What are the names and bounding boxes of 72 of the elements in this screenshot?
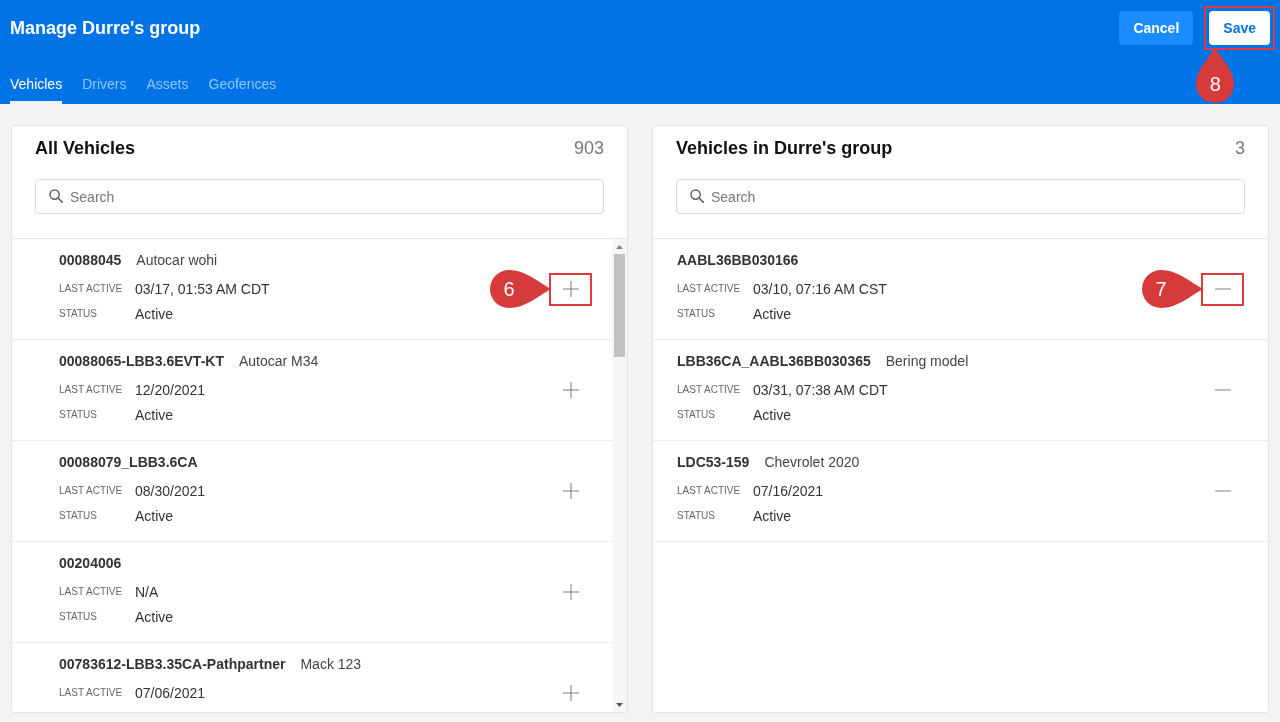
field-label: LAST ACTIVE (59, 282, 124, 296)
tab[interactable]: Vehicles (10, 56, 63, 104)
last-active-value: 03/31, 07:38 AM CDT (753, 381, 888, 400)
vehicle-model: Autocar M34 (238, 353, 319, 369)
cancel-button[interactable]: Cancel (1119, 11, 1194, 45)
panel-title: All Vehicles (35, 137, 136, 160)
tab[interactable]: Geofences (208, 56, 277, 104)
field-label: LAST ACTIVE (677, 484, 742, 498)
search-icon (690, 189, 704, 203)
minus-icon (1214, 490, 1231, 492)
panel-title: Vehicles in Durre's group (676, 137, 893, 160)
vehicle-id: 00088079_LBB3.6CA (59, 454, 198, 470)
vehicle-model: Bering model (885, 353, 969, 369)
field-label: STATUS (59, 610, 98, 624)
minus-icon (1214, 288, 1231, 290)
plus-icon (562, 483, 579, 499)
status-value: Active (753, 406, 792, 425)
last-active-value: 07/16/2021 (753, 482, 824, 501)
status-value: Active (135, 406, 174, 425)
field-label: STATUS (59, 408, 98, 422)
vehicle-id: 00088045 (59, 252, 122, 268)
page-title: Manage Durre's group (10, 17, 201, 40)
status-value: Active (753, 305, 792, 324)
vehicle-model: Chevrolet 2020 (764, 454, 860, 470)
status-value: Active (135, 507, 174, 526)
vehicle-id: AABL36BB030166 (677, 252, 799, 268)
plus-icon (562, 685, 579, 701)
field-label: STATUS (677, 408, 716, 422)
tab[interactable]: Assets (146, 56, 189, 104)
status-value: Active (753, 507, 792, 526)
last-active-value: 03/10, 07:16 AM CST (753, 280, 887, 299)
status-value: Active (135, 608, 174, 627)
last-active-value: 03/17, 01:53 AM CDT (135, 280, 270, 299)
field-label: LAST ACTIVE (59, 585, 124, 599)
vehicle-id: 00088065-LBB3.6EVT-KT (59, 353, 224, 369)
search-icon (49, 189, 63, 203)
last-active-value: 08/30/2021 (135, 482, 206, 501)
vehicle-id: LDC53-159 (677, 454, 750, 470)
last-active-value: N/A (135, 583, 159, 602)
vehicle-model: Autocar wohi (136, 252, 218, 268)
item-count: 903 (573, 137, 604, 160)
step-callout: 7 (1141, 269, 1203, 309)
tab[interactable]: Drivers (82, 56, 127, 104)
scroll-down-icon[interactable] (616, 702, 623, 707)
field-label: STATUS (59, 307, 98, 321)
vehicle-id: 00204006 (59, 555, 122, 571)
search-field[interactable]: Search (676, 179, 1245, 214)
last-active-value: 07/06/2021 (135, 684, 206, 703)
vehicle-id: 00783612-LBB3.35CA-Pathpartner (59, 656, 286, 672)
step-callout: 8 (1195, 48, 1236, 104)
field-label: STATUS (677, 509, 716, 523)
field-label: STATUS (59, 509, 98, 523)
search-field[interactable]: Search (35, 179, 604, 214)
field-label: LAST ACTIVE (677, 383, 742, 397)
vehicle-model: Mack 123 (300, 656, 362, 672)
field-label: LAST ACTIVE (677, 282, 742, 296)
save-button[interactable]: Save (1209, 11, 1270, 45)
field-label: LAST ACTIVE (59, 686, 124, 700)
field-label: LAST ACTIVE (59, 383, 124, 397)
field-label: STATUS (677, 307, 716, 321)
scroll-up-icon[interactable] (616, 244, 623, 249)
plus-icon (562, 382, 579, 398)
vehicle-id: LBB36CA_AABL36BB030365 (677, 353, 871, 369)
plus-icon (562, 281, 579, 297)
step-callout: 6 (489, 269, 551, 309)
minus-icon (1214, 389, 1231, 391)
plus-icon (562, 584, 579, 600)
item-count: 3 (1235, 137, 1245, 160)
scroll-thumb[interactable] (614, 254, 625, 357)
last-active-value: 12/20/2021 (135, 381, 206, 400)
status-value: Active (135, 305, 174, 324)
field-label: LAST ACTIVE (59, 484, 124, 498)
